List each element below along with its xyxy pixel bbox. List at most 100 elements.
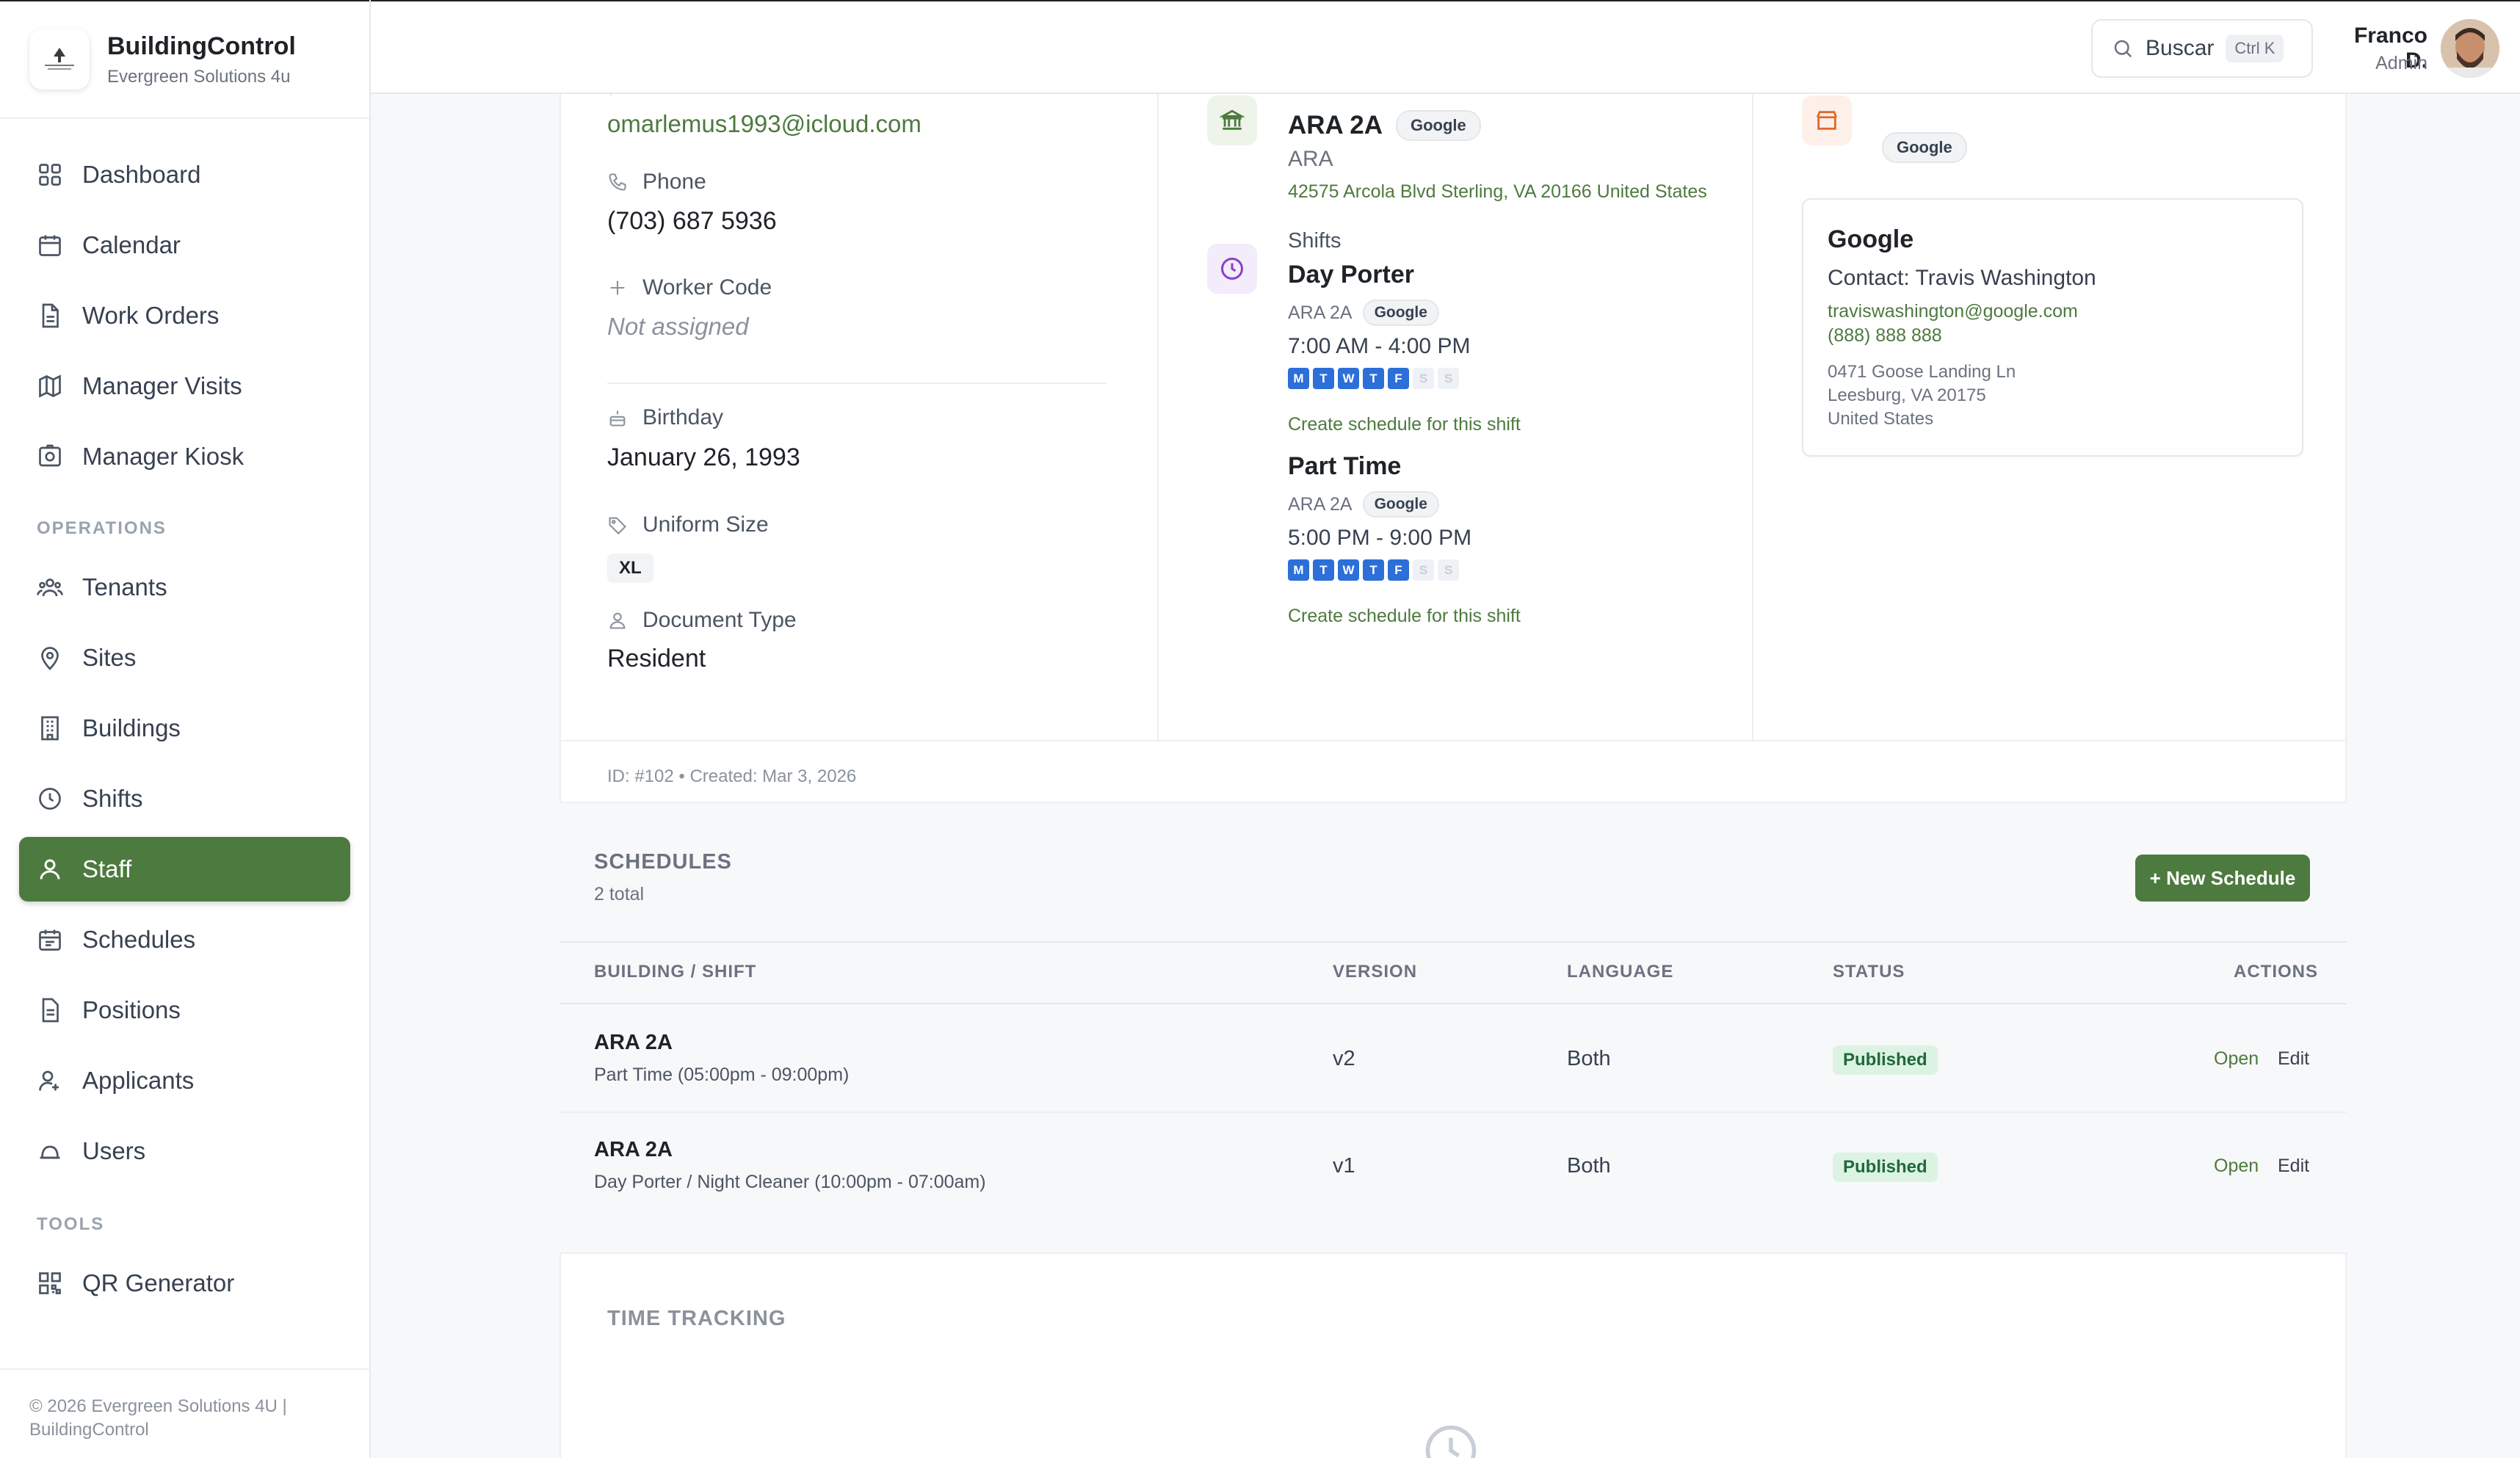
document-icon bbox=[42, 303, 59, 328]
avatar[interactable] bbox=[2441, 19, 2499, 78]
shift-meta: ARA 2A Google bbox=[1288, 491, 1439, 518]
brand-name: BuildingControl bbox=[107, 32, 296, 60]
person-outline-icon bbox=[609, 612, 626, 629]
nav-label: Manager Kiosk bbox=[82, 443, 245, 470]
nav-item-calendar[interactable]: Calendar bbox=[19, 213, 350, 278]
email-label-faded: · bbox=[607, 94, 615, 106]
tenant-email[interactable]: traviswashington@google.com bbox=[1828, 301, 2078, 322]
building-name[interactable]: ARA 2A bbox=[1288, 111, 1383, 140]
search-icon bbox=[2114, 40, 2132, 58]
section-divider bbox=[607, 382, 1107, 384]
qr-icon bbox=[39, 1272, 61, 1294]
nav-item-manager-visits[interactable]: Manager Visits bbox=[19, 354, 350, 418]
nav-item-schedules[interactable]: Schedules bbox=[19, 907, 350, 972]
clock-icon bbox=[1221, 258, 1243, 280]
empty-clock-icon bbox=[1420, 1420, 1482, 1458]
column-divider bbox=[1752, 94, 1753, 740]
nav-item-manager-kiosk[interactable]: Manager Kiosk bbox=[19, 424, 350, 489]
calendar-icon bbox=[39, 235, 61, 256]
search-button[interactable]: Buscar Ctrl K bbox=[2091, 19, 2313, 78]
tools-nav: QR Generator bbox=[0, 1251, 369, 1316]
brand-subtitle: Evergreen Solutions 4u bbox=[107, 66, 291, 87]
day-chip: T bbox=[1313, 559, 1334, 581]
day-chip: S bbox=[1413, 368, 1434, 389]
uniform-field: Uniform Size bbox=[607, 512, 769, 537]
staff-profile-card: · omarlemus1993@icloud.com Phone (703) 6… bbox=[560, 94, 2347, 803]
tenant-address-2: Leesburg, VA 20175 bbox=[1828, 385, 1986, 405]
day-chip: M bbox=[1288, 368, 1309, 389]
building-tenant-tag: Google bbox=[1396, 110, 1481, 141]
day-chip: T bbox=[1313, 368, 1334, 389]
doc-type-field: Document Type bbox=[607, 608, 797, 633]
nav-item-sites[interactable]: Sites bbox=[19, 625, 350, 690]
nav-item-tenants[interactable]: Tenants bbox=[19, 555, 350, 620]
building-address[interactable]: 42575 Arcola Blvd Sterling, VA 20166 Uni… bbox=[1288, 181, 1707, 203]
col-language: LANGUAGE bbox=[1567, 962, 1674, 982]
table-row[interactable]: ARA 2A Part Time (05:00pm - 09:00pm) v2 … bbox=[560, 1004, 2347, 1111]
staff-email[interactable]: omarlemus1993@icloud.com bbox=[607, 110, 922, 138]
footer-line-1: © 2026 Evergreen Solutions 4U | bbox=[29, 1396, 287, 1416]
create-schedule-link[interactable]: Create schedule for this shift bbox=[1288, 606, 1521, 627]
tenant-phone[interactable]: (888) 888 888 bbox=[1828, 325, 1942, 347]
shift-time: 7:00 AM - 4:00 PM bbox=[1288, 334, 1471, 358]
nav-item-shifts[interactable]: Shifts bbox=[19, 766, 350, 831]
nav-label: Dashboard bbox=[82, 161, 201, 188]
nav-item-qr-generator[interactable]: QR Generator bbox=[19, 1251, 350, 1316]
file-icon bbox=[42, 998, 59, 1023]
map-icon bbox=[39, 374, 61, 398]
nav-item-buildings[interactable]: Buildings bbox=[19, 696, 350, 761]
pin-icon bbox=[41, 647, 59, 670]
grid-icon bbox=[39, 164, 61, 186]
create-schedule-link[interactable]: Create schedule for this shift bbox=[1288, 414, 1521, 435]
day-chip: M bbox=[1288, 559, 1309, 581]
bank-icon bbox=[1220, 109, 1245, 130]
user-plus-icon bbox=[39, 1070, 59, 1091]
row-language: Both bbox=[1567, 1154, 1611, 1178]
nav-item-users[interactable]: Users bbox=[19, 1119, 350, 1183]
open-link[interactable]: Open bbox=[2214, 1048, 2259, 1070]
shifts-badge bbox=[1207, 244, 1257, 294]
day-chip: S bbox=[1413, 559, 1434, 581]
worker-code-value: Not assigned bbox=[607, 313, 749, 340]
clock-icon bbox=[39, 788, 61, 810]
day-chip: S bbox=[1438, 559, 1459, 581]
topbar: Buscar Ctrl K Franco D. Admin bbox=[371, 0, 2520, 94]
shifts-label: Shifts bbox=[1288, 229, 1342, 253]
nav-item-staff[interactable]: Staff bbox=[19, 837, 350, 902]
row-version: v1 bbox=[1333, 1154, 1355, 1178]
edit-link[interactable]: Edit bbox=[2278, 1156, 2309, 1177]
phone-field: Phone bbox=[607, 170, 706, 195]
nav-item-work-orders[interactable]: Work Orders bbox=[19, 283, 350, 348]
nav-item-positions[interactable]: Positions bbox=[19, 978, 350, 1042]
birthday-label: Birthday bbox=[642, 405, 724, 429]
worker-code-label: Worker Code bbox=[642, 275, 772, 300]
bell-icon bbox=[40, 1145, 60, 1159]
nav-label: Work Orders bbox=[82, 302, 220, 329]
tenant-name[interactable]: Google bbox=[1828, 225, 1913, 254]
nav-label: Shifts bbox=[82, 785, 143, 812]
day-chip: S bbox=[1438, 368, 1459, 389]
tenant-card: Google Contact: Travis Washington travis… bbox=[1802, 198, 2303, 457]
brand[interactable]: BuildingControl Evergreen Solutions 4u bbox=[0, 0, 369, 119]
nav-item-dashboard[interactable]: Dashboard bbox=[19, 142, 350, 207]
nav-label: Tenants bbox=[82, 573, 167, 601]
new-schedule-button[interactable]: + New Schedule bbox=[2135, 855, 2310, 902]
schedules-section: SCHEDULES 2 total + New Schedule BUILDIN… bbox=[560, 828, 2347, 1252]
phone-label: Phone bbox=[642, 170, 706, 194]
uniform-badge: XL bbox=[607, 554, 653, 583]
nav-item-applicants[interactable]: Applicants bbox=[19, 1048, 350, 1113]
shift-name[interactable]: Day Porter bbox=[1288, 261, 1414, 289]
nav-label: Manager Visits bbox=[82, 372, 242, 399]
schedules-count: 2 total bbox=[594, 884, 645, 904]
building-site: ARA bbox=[1288, 147, 1333, 171]
shift-building: ARA 2A bbox=[1288, 493, 1353, 515]
row-shift: Part Time (05:00pm - 09:00pm) bbox=[594, 1065, 850, 1085]
time-tracking-card: TIME TRACKING bbox=[560, 1252, 2347, 1458]
col-actions: ACTIONS bbox=[2234, 962, 2318, 982]
row-language: Both bbox=[1567, 1047, 1611, 1070]
edit-link[interactable]: Edit bbox=[2278, 1048, 2309, 1070]
record-meta: ID: #102 • Created: Mar 3, 2026 bbox=[607, 766, 857, 786]
table-row[interactable]: ARA 2A Day Porter / Night Cleaner (10:00… bbox=[560, 1113, 2347, 1220]
shift-name[interactable]: Part Time bbox=[1288, 452, 1401, 481]
open-link[interactable]: Open bbox=[2214, 1156, 2259, 1177]
